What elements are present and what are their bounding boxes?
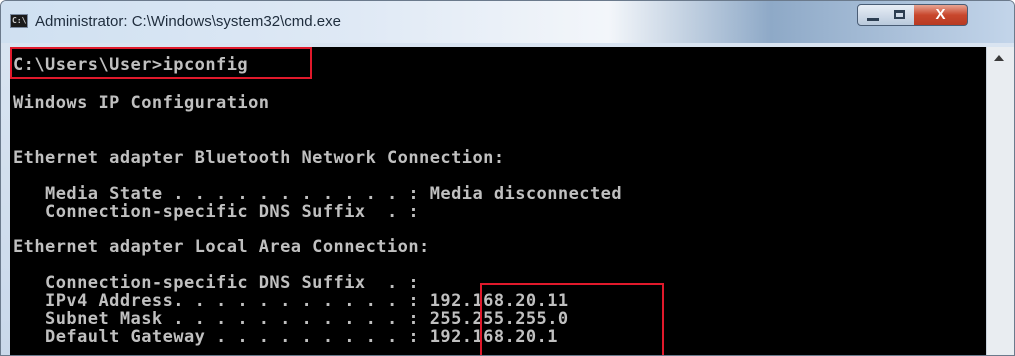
ip-values-highlight-box	[480, 283, 664, 355]
maximize-button[interactable]	[886, 4, 915, 26]
output-line: Connection-specific DNS Suffix . :	[13, 202, 420, 222]
minimize-icon	[867, 18, 879, 21]
close-button[interactable]: X	[914, 4, 968, 26]
close-icon: X	[935, 6, 946, 23]
output-line: Connection-specific DNS Suffix . :	[13, 273, 420, 293]
default-gateway-line: Default Gateway . . . . . . . . . : 192.…	[13, 327, 558, 347]
output-line: Media State . . . . . . . . . . . : Medi…	[13, 184, 623, 204]
minimize-button[interactable]	[857, 4, 887, 26]
vertical-scrollbar[interactable]	[986, 47, 1014, 355]
command-highlight-box	[10, 47, 312, 79]
cmd-icon[interactable]: C:\	[10, 14, 28, 28]
adapter-heading: Ethernet adapter Local Area Connection:	[13, 237, 430, 257]
console-output[interactable]: C:\Users\User>ipconfig Windows IP Config…	[10, 47, 986, 355]
window-title: Administrator: C:\Windows\system32\cmd.e…	[35, 13, 341, 30]
maximize-icon	[894, 10, 905, 19]
title-bar[interactable]: C:\ Administrator: C:\Windows\system32\c…	[1, 1, 1014, 43]
output-heading: Windows IP Configuration	[13, 93, 270, 113]
adapter-heading: Ethernet adapter Bluetooth Network Conne…	[13, 148, 505, 168]
scroll-up-icon[interactable]	[994, 55, 1004, 61]
cmd-window: C:\ Administrator: C:\Windows\system32\c…	[0, 0, 1015, 356]
